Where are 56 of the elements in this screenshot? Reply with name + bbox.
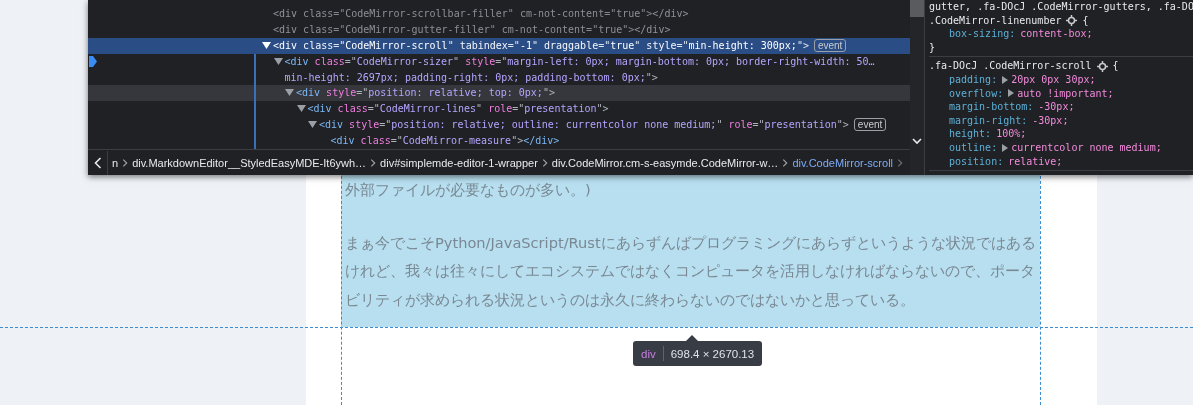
chevron-right-icon <box>370 157 377 168</box>
chevron-left-icon <box>93 156 102 169</box>
disclosure-triangle-icon[interactable] <box>308 121 317 128</box>
css-value[interactable]: currentcolor none medium; <box>1011 140 1162 155</box>
dom-tree-row[interactable]: <div class="CodeMirror-scrollbar-filler" cm-not-content="true"></div> <box>88 6 910 22</box>
css-property[interactable]: padding: <box>949 72 998 87</box>
css-selector: .fa-DOcJ .CodeMirror-scroll <box>929 59 1092 73</box>
breadcrumb-item[interactable]: div.CodeMirror-scroll <box>792 156 894 169</box>
css-value[interactable]: -30px; <box>1032 113 1069 128</box>
breadcrumb-item[interactable]: div#simplemde-editor-1-wrapper <box>380 156 538 169</box>
chevron-right-icon <box>541 157 548 168</box>
chevron-right-icon <box>897 157 904 168</box>
css-value[interactable]: auto !important; <box>1017 86 1114 101</box>
element-size-text: 698.4 × 2670.13 <box>670 347 755 360</box>
brace-text: } <box>929 40 936 55</box>
dom-tree-row[interactable]: <div class="CodeMirror-scroll" tabindex="-1" draggable="true" style="min-height: 300px;"> event <box>88 38 910 54</box>
expand-triangle-icon[interactable] <box>1008 89 1015 98</box>
dom-tree-row[interactable]: <div class="CodeMirror-gutter-filler" cm-not-content="true"></div> <box>88 22 910 38</box>
breadcrumb-item[interactable]: div.CodeMirror.cm-s-easymde.CodeMirror-w… <box>551 156 779 169</box>
tag-name-text: div <box>641 347 656 360</box>
css-value[interactable]: -30px; <box>1038 100 1075 114</box>
brace-text: { <box>1112 59 1119 73</box>
chevron-right-icon <box>782 157 789 168</box>
css-property[interactable]: margin-bottom: <box>949 100 1034 114</box>
target-icon[interactable] <box>1096 60 1108 72</box>
disclosure-triangle-icon[interactable] <box>296 105 306 112</box>
css-property[interactable]: position: <box>949 154 1004 169</box>
expand-triangle-icon[interactable] <box>1002 75 1009 84</box>
css-property[interactable]: overflow: <box>949 86 1004 101</box>
node-marker-icon <box>89 56 97 67</box>
css-value[interactable]: content-box; <box>1020 27 1093 41</box>
event-badge[interactable]: event <box>813 39 847 52</box>
chevron-down-icon[interactable] <box>912 138 922 145</box>
css-property[interactable]: outline: <box>949 140 998 155</box>
css-selector: .CodeMirror-linenumber <box>929 13 1062 28</box>
paragraph: 外部ファイルが必要なものが多い。) <box>345 180 592 200</box>
css-property[interactable]: box-sizing: <box>949 27 1016 41</box>
disclosure-triangle-icon[interactable] <box>273 58 283 65</box>
expand-triangle-icon[interactable] <box>1002 143 1009 152</box>
dom-tree-row[interactable]: <div style="position: relative; top: 0px;"> <box>88 85 910 101</box>
event-badge[interactable]: event <box>853 118 887 131</box>
target-icon[interactable] <box>1066 14 1078 26</box>
paragraph: まぁ今でこそPython/JavaScript/Rustにあらずんばプログラミングにあらずというような状況ではあるけれど、我々は往々にしてエコシステムではなくコンピュータを活用しなければならないので、ポータビリティが求められる状況というのは永久に終わらないのではないかと思っている。 <box>345 232 1037 310</box>
css-value[interactable]: relative; <box>1008 154 1063 169</box>
css-value[interactable]: 100%; <box>996 127 1027 141</box>
breadcrumb-item[interactable]: n <box>112 156 119 169</box>
disclosure-triangle-icon[interactable] <box>262 42 271 49</box>
chevron-right-icon <box>122 157 129 168</box>
css-property[interactable]: margin-right: <box>949 113 1028 128</box>
disclosure-triangle-icon[interactable] <box>285 89 294 96</box>
brace-text: { <box>1082 13 1089 28</box>
css-property[interactable]: height: <box>949 127 992 141</box>
breadcrumb-item[interactable]: div.MarkdownEditor__StyledEasyMDE-It6ywh… <box>132 156 367 169</box>
css-value[interactable]: 20px 0px 30px; <box>1011 72 1096 87</box>
css-selector: gutter, .fa-DOcJ .CodeMirror-gutters, .fa-DO <box>929 0 1193 14</box>
scrollbar-thumb[interactable] <box>910 0 924 17</box>
